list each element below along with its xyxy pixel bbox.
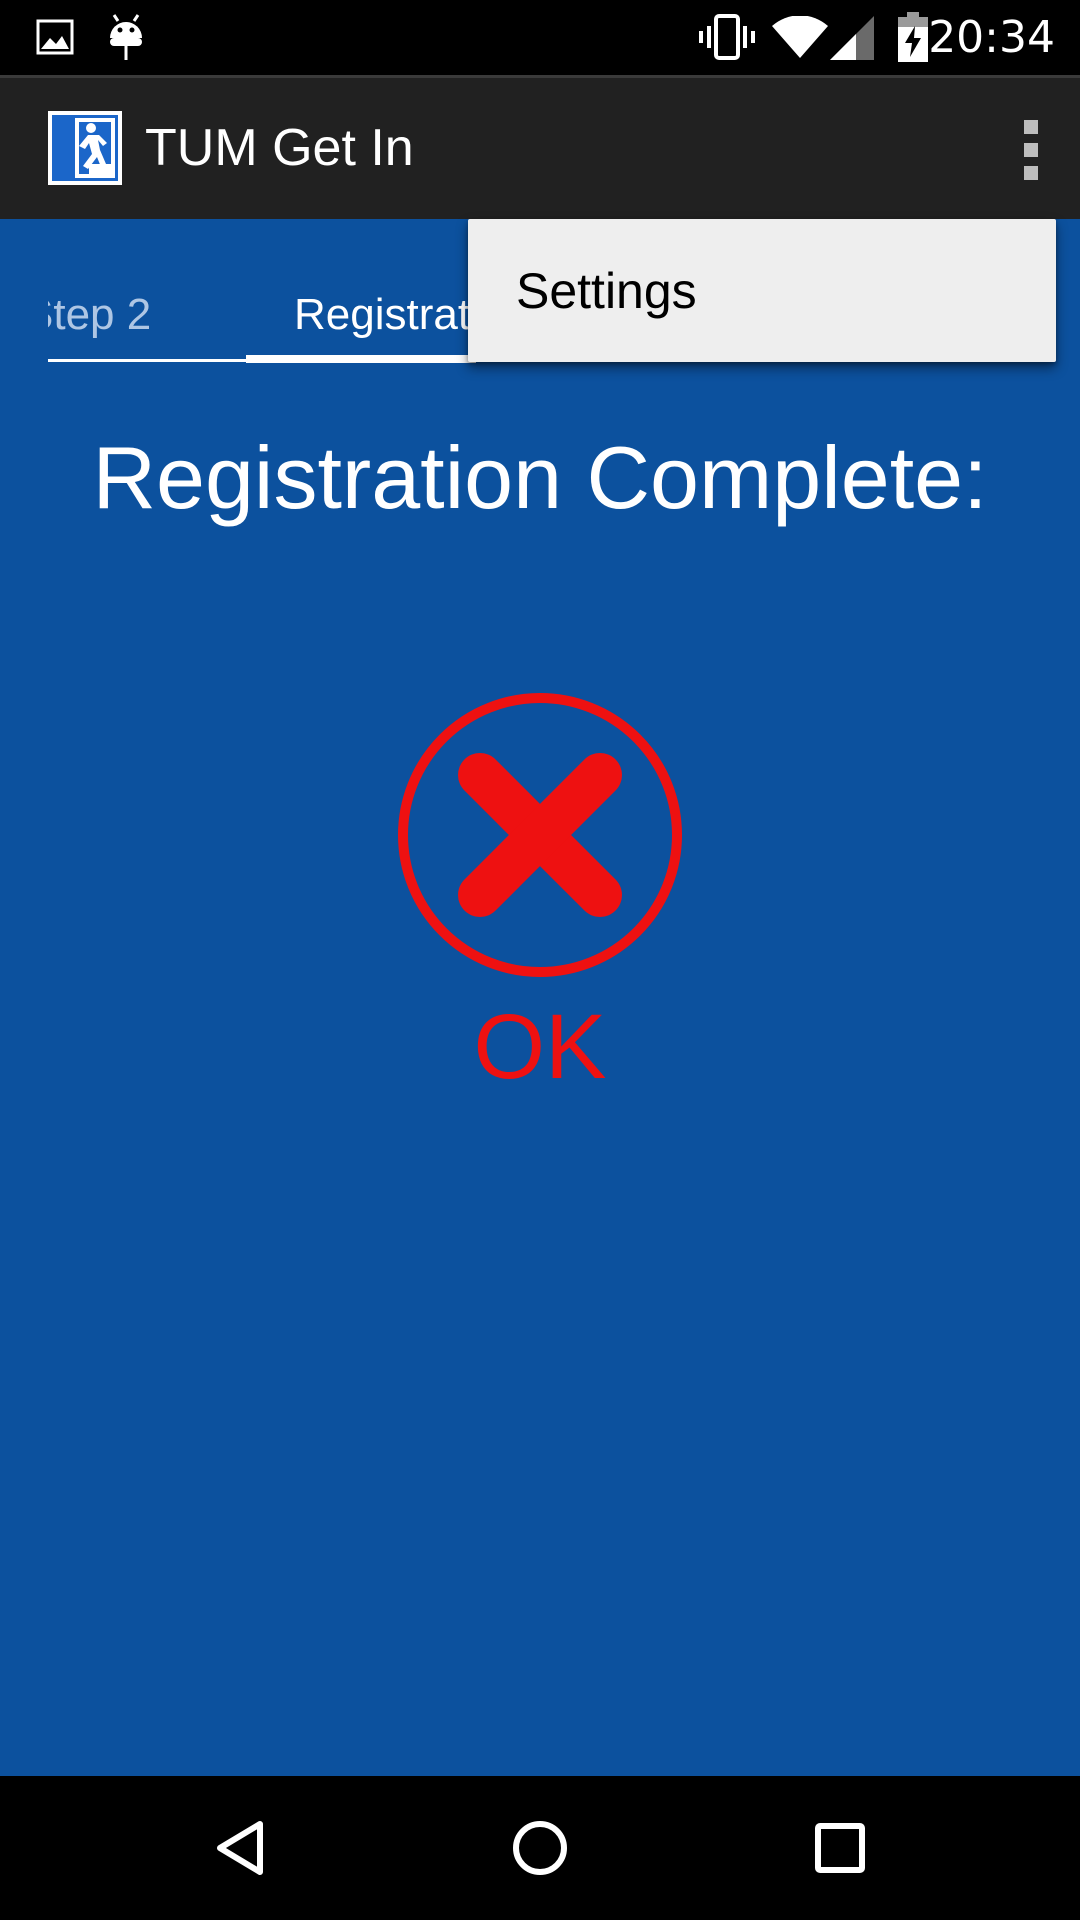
back-icon[interactable] bbox=[200, 1808, 280, 1888]
image-notification-icon bbox=[36, 19, 74, 55]
home-icon[interactable] bbox=[500, 1808, 580, 1888]
tab-label: Step 2 bbox=[48, 290, 152, 339]
tab-indicator bbox=[246, 355, 476, 363]
error-x-circle-icon bbox=[398, 693, 682, 977]
app-screen: 20:34 TUM Get In Step 2 Registration Reg… bbox=[0, 0, 1080, 1920]
tab-step-2[interactable]: Step 2 bbox=[48, 289, 244, 341]
vibrate-icon bbox=[699, 14, 755, 60]
android-debug-icon bbox=[110, 14, 142, 60]
status-bar: 20:34 bbox=[0, 0, 1080, 75]
menu-item-settings[interactable]: Settings bbox=[516, 261, 697, 321]
signal-icon bbox=[830, 16, 874, 60]
wifi-icon bbox=[772, 16, 828, 58]
status-time: 20:34 bbox=[928, 12, 1055, 63]
navigation-bar bbox=[0, 1776, 1080, 1920]
action-bar: TUM Get In bbox=[0, 75, 1080, 219]
status-text: OK bbox=[473, 996, 607, 1098]
more-vert-icon[interactable] bbox=[1014, 114, 1050, 186]
recents-icon[interactable] bbox=[800, 1808, 880, 1888]
app-title: TUM Get In bbox=[145, 119, 414, 177]
overflow-popup-menu: Settings bbox=[468, 219, 1056, 362]
emergency-exit-icon[interactable] bbox=[47, 110, 123, 186]
page-title: Registration Complete: bbox=[92, 428, 988, 527]
tab-divider bbox=[48, 359, 246, 362]
battery-charging-icon bbox=[898, 12, 928, 62]
